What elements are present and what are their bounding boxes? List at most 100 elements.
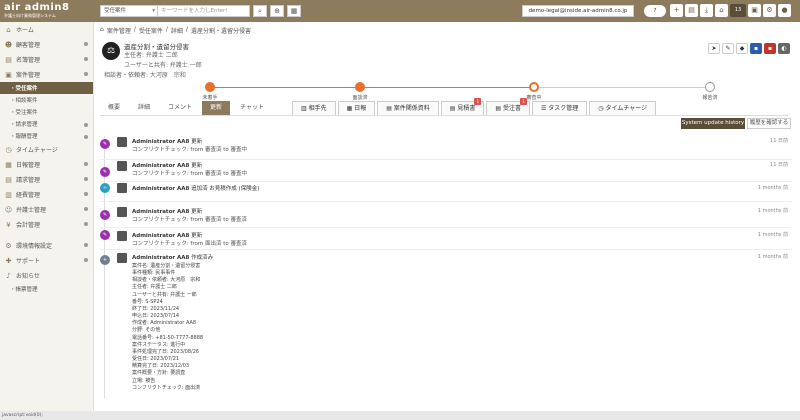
sidebar-item-accepted-cases[interactable]: ・受任案件	[0, 82, 93, 94]
breadcrumb-separator: /	[133, 26, 136, 33]
trash-icon[interactable]: ▪	[764, 43, 776, 54]
edit-icon: ✎	[100, 210, 110, 220]
sidebar-item-cases[interactable]: ▣ 案件管理	[0, 67, 93, 82]
progress-remaining	[533, 87, 710, 88]
step-marker-done[interactable]	[205, 82, 215, 92]
gear-icon[interactable]: ⚙	[763, 4, 776, 17]
sidebar-item-news[interactable]: ♪ お知らせ	[0, 268, 93, 283]
sidebar-item-label: ・受注案件	[10, 110, 38, 116]
subtab-orders[interactable]: ▤ 受注書 1	[486, 98, 530, 115]
subtab-quotes[interactable]: ▤ 見積書 1	[440, 98, 485, 115]
step-marker-current[interactable]	[529, 82, 539, 92]
calendar-icon[interactable]: ▣	[748, 4, 761, 17]
sidebar-item-support[interactable]: ✚ サポート	[0, 253, 93, 268]
subtab-documents[interactable]: ▤ 案件関係資料	[377, 101, 439, 115]
bank-icon[interactable]: ⌂	[715, 4, 728, 17]
sidebar-item-settings[interactable]: ⚙ 環境情報設定	[0, 238, 93, 253]
search-category-select[interactable]: 受任案件	[100, 5, 158, 17]
sidebar-item-daily-report[interactable]: ▦ 日報管理	[0, 157, 93, 172]
save-icon[interactable]: ▪	[750, 43, 762, 54]
sidebar-item-customers[interactable]: ☻ 顧客管理	[0, 37, 93, 52]
step-marker-todo[interactable]	[705, 82, 715, 92]
sidebar-item-orders[interactable]: ・受注案件	[0, 106, 93, 118]
sidebar-item-expenses[interactable]: ▥ 経費管理	[0, 187, 93, 202]
timeline-entry: ✎ Administrator AA8 更新 コンフリクトチェック: from …	[100, 160, 792, 182]
pencil-icon[interactable]: ✎	[722, 43, 734, 54]
entry-body: コンフリクトチェック: from 審査済 to 審査中	[132, 171, 248, 177]
building-icon: ▥	[301, 105, 309, 112]
timeline-entry: ✎ Administrator AA8 更新 コンフリクトチェック: from …	[100, 206, 792, 228]
entry-header: Administrator AA8 更新	[132, 161, 202, 169]
support-icon: ✚	[5, 256, 12, 265]
avatar	[117, 207, 127, 217]
tab-details[interactable]: 詳細	[130, 101, 158, 115]
edit-icon: ✎	[100, 230, 110, 240]
notification-badge[interactable]: 13	[730, 4, 746, 17]
avatar	[117, 253, 127, 263]
count-badge: 1	[519, 98, 527, 105]
entry-body: コンフリクトチェック: from 面出済 to 審査済	[132, 241, 248, 247]
plus-icon: +	[100, 255, 110, 265]
sidebar-item-roster[interactable]: ▤ 名簿管理	[0, 52, 93, 67]
entry-time: 11 日前	[770, 138, 788, 144]
timeline-entry: ∞ Administrator AA8 追加済 お見積作成 (保険金) 1 mo…	[100, 182, 792, 202]
sidebar-item-label: 名簿管理	[16, 57, 41, 64]
tab-chat[interactable]: チャット	[232, 101, 272, 115]
toggle-icon[interactable]: ◐	[778, 43, 790, 54]
breadcrumb-item[interactable]: 詳細	[171, 26, 183, 35]
expand-dot-icon	[84, 222, 88, 226]
sidebar-item-fees[interactable]: ・報酬管理	[0, 130, 93, 142]
matter-client: 相談者・依頼者: 大河原 宗和	[104, 72, 186, 79]
subtab-label: タスク管理	[548, 105, 579, 112]
detail-line: 番号: S-SP24	[132, 298, 163, 305]
sidebar-item-accounting[interactable]: ¥ 会計管理	[0, 217, 93, 232]
help-pill[interactable]: ?	[644, 5, 666, 17]
sidebar-item-label: 請求管理	[16, 177, 41, 184]
breadcrumb-item[interactable]: 案件管理	[107, 26, 131, 35]
sidebar-item-forms[interactable]: ・帳票管理	[0, 283, 93, 295]
subtab-counterparty[interactable]: ▥ 相手先	[292, 101, 336, 115]
sidebar-item-timecharge[interactable]: ◷ タイムチャージ	[0, 142, 93, 157]
eraser-icon[interactable]: ◆	[736, 43, 748, 54]
grid-icon[interactable]: ▦	[287, 5, 301, 17]
document-icon[interactable]: ▤	[685, 4, 698, 17]
sidebar-item-lawyers[interactable]: ☺ 弁護士管理	[0, 202, 93, 217]
entry-time: 1 months 前	[757, 254, 788, 260]
user-email[interactable]: demo-legal@inside.air-admin8.co.jp	[522, 5, 634, 17]
plus-icon[interactable]: +	[670, 4, 683, 17]
detail-line: 事件処理完了日: 2023/08/26	[132, 348, 200, 355]
home-icon[interactable]: ⌂	[100, 26, 104, 35]
search-icon[interactable]: ⌕	[253, 5, 267, 17]
subtab-daily[interactable]: ▦ 日報	[337, 101, 376, 115]
subtab-timecharge[interactable]: ◷ タイムチャージ	[589, 101, 657, 115]
sidebar-item-billing[interactable]: ・請求管理	[0, 118, 93, 130]
confirm-history-button[interactable]: 履歴を確認する	[747, 118, 791, 129]
user-icon[interactable]: ●	[778, 4, 791, 17]
entry-user: Administrator AA8	[132, 255, 190, 261]
entry-time: 1 months 前	[757, 232, 788, 238]
entry-time: 1 months 前	[757, 208, 788, 214]
app-logo[interactable]: air admin8 弁護士向け業務管理システム	[0, 0, 94, 22]
progress-line	[210, 87, 710, 88]
tab-updates[interactable]: 更新	[202, 101, 231, 115]
system-history-button[interactable]: System update history	[681, 118, 745, 129]
sidebar-item-label: 環境情報設定	[16, 243, 53, 250]
sidebar-item-consultations[interactable]: ・相談案件	[0, 94, 93, 106]
sidebar-item-invoices[interactable]: ▤ 請求管理	[0, 172, 93, 187]
send-icon[interactable]: ➤	[708, 43, 720, 54]
entry-header: Administrator AA8 追加済 お見積作成 (保険金)	[132, 184, 259, 192]
home-icon: ⌂	[6, 25, 11, 34]
timeline-entry: ✎ Administrator AA8 更新 コンフリクトチェック: from …	[100, 230, 792, 250]
tab-comments[interactable]: コメント	[160, 101, 200, 115]
sidebar-item-home[interactable]: ⌂ ホーム	[0, 22, 93, 37]
step-marker-done[interactable]	[355, 82, 365, 92]
search-input[interactable]: キーワードを入力しEnter!	[158, 5, 250, 17]
sidebar-item-label: ・受任案件	[10, 86, 38, 92]
breadcrumb-item[interactable]: 受任案件	[139, 26, 163, 35]
tab-overview[interactable]: 概要	[100, 101, 128, 115]
step-label: 報告済	[702, 95, 718, 101]
download-icon[interactable]: ⤓	[700, 4, 713, 17]
subtab-tasks[interactable]: ☰ タスク管理	[531, 101, 588, 115]
sidebar-item-label: タイムチャージ	[16, 147, 58, 154]
target-icon[interactable]: ⊕	[270, 5, 284, 17]
